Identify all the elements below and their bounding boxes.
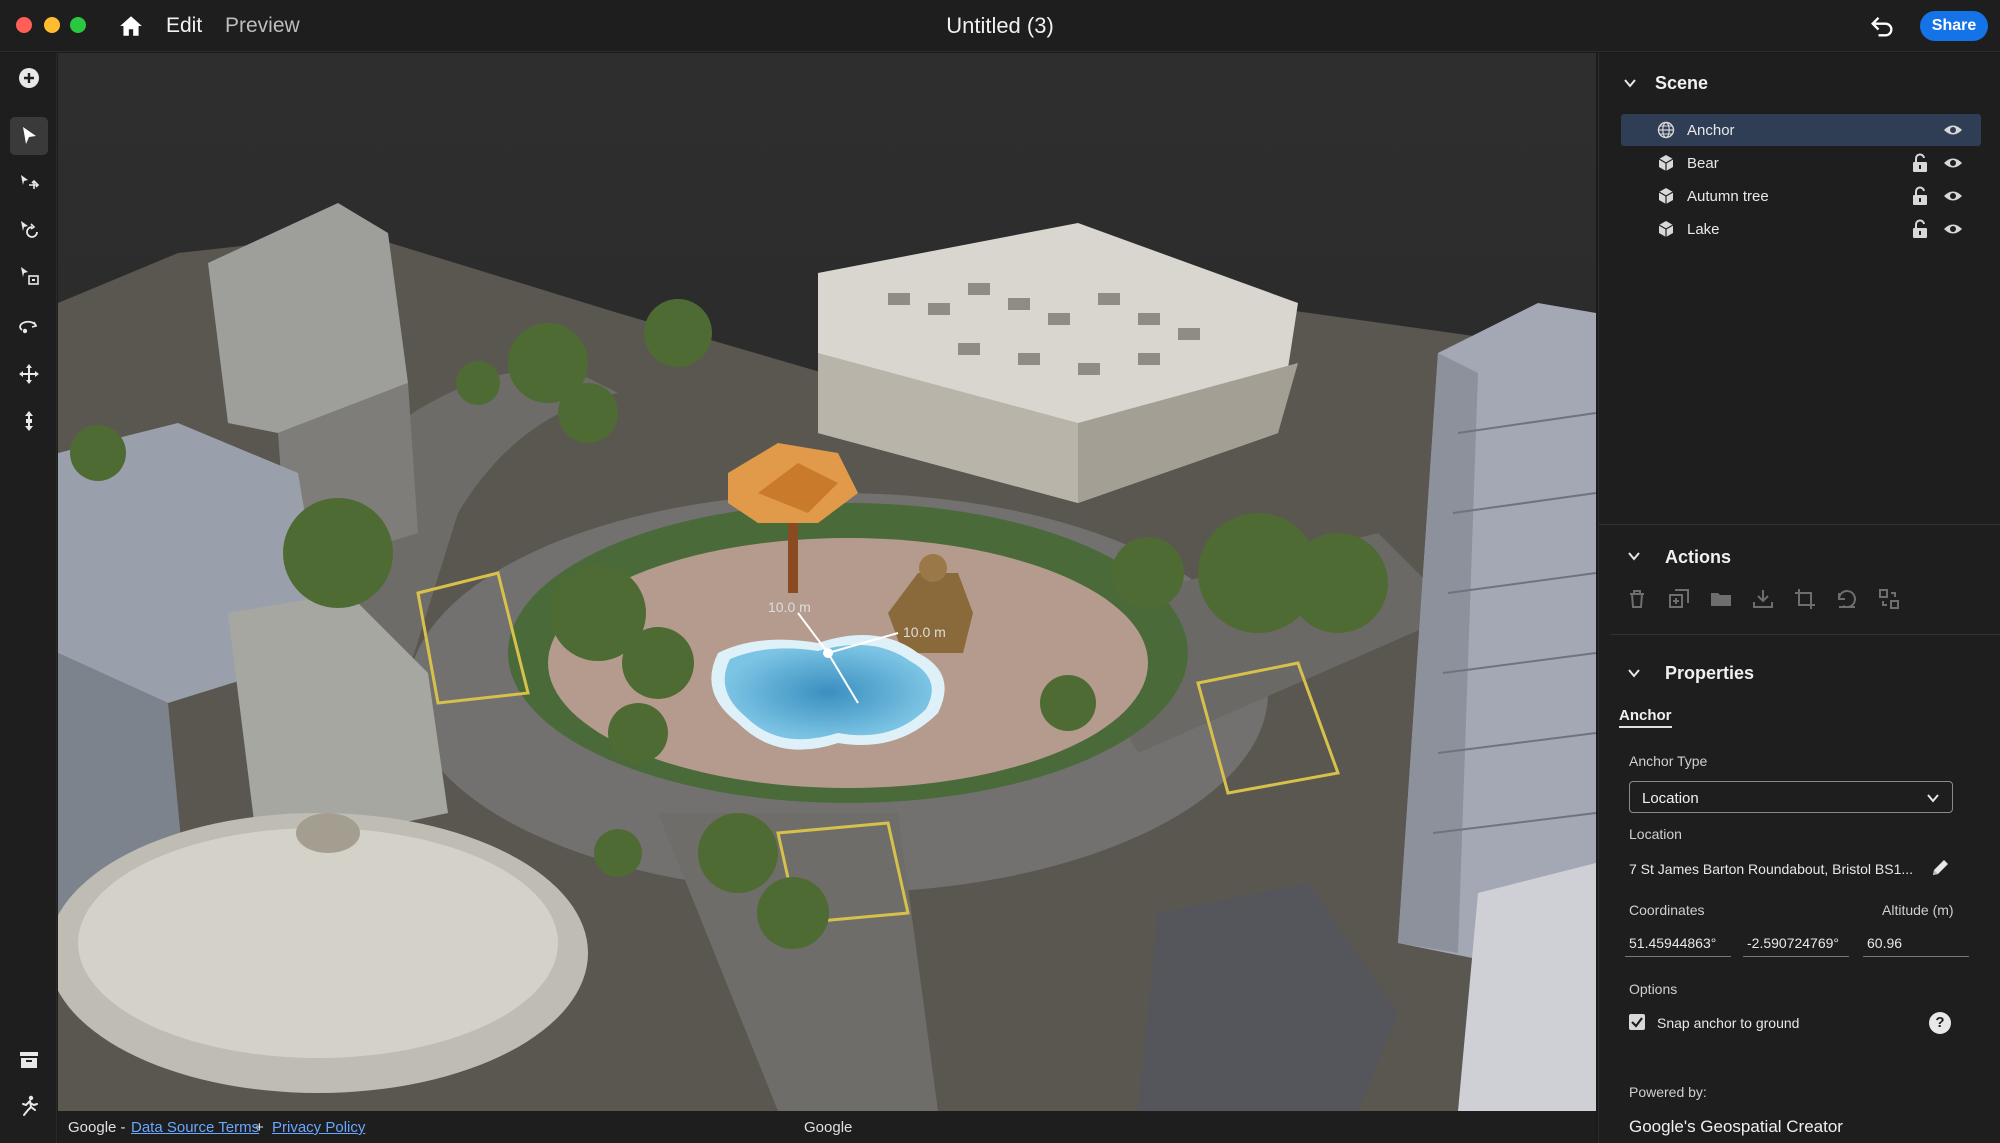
altitude-value: 60.96: [1867, 935, 1903, 951]
undo-icon[interactable]: [1868, 12, 1896, 40]
minimize-window-button[interactable]: [44, 17, 60, 33]
pencil-icon[interactable]: [1929, 857, 1951, 879]
properties-section-title: Properties: [1665, 663, 1755, 683]
download-icon[interactable]: [1751, 587, 1775, 611]
anchor-type-label: Anchor Type: [1629, 753, 1708, 769]
cube-icon: [1658, 221, 1674, 237]
location-label: Location: [1629, 826, 1682, 842]
latitude-field[interactable]: 51.45944863°: [1625, 929, 1731, 957]
powered-by-value: Google's Geospatial Creator: [1629, 1117, 1843, 1136]
title-bar: Edit Preview Untitled (3) Share: [0, 0, 2000, 52]
plus-separator: +: [255, 1119, 264, 1136]
anchor-type-dropdown[interactable]: Location: [1629, 781, 1953, 813]
properties-object-name: Anchor: [1619, 707, 1672, 728]
eye-icon[interactable]: [1943, 221, 1963, 237]
globe-icon: [1657, 121, 1675, 139]
add-object-icon[interactable]: [10, 59, 48, 97]
replace-icon[interactable]: [1877, 587, 1901, 611]
chevron-down-icon: [1927, 794, 1939, 803]
powered-by-label: Powered by:: [1629, 1084, 1707, 1100]
preview-menu[interactable]: Preview: [225, 14, 300, 38]
eye-icon[interactable]: [1943, 122, 1963, 138]
map-3d-view[interactable]: 10.0 m 10.0 m: [58, 53, 1596, 1111]
checkmark-icon: [1631, 1017, 1643, 1028]
unlock-icon[interactable]: [1911, 186, 1929, 206]
dolly-tool-icon[interactable]: [10, 402, 48, 440]
cube-icon: [1658, 155, 1674, 171]
snap-to-ground-label: Snap anchor to ground: [1657, 1015, 1800, 1031]
longitude-field[interactable]: -2.590724769°: [1743, 929, 1849, 957]
snap-to-ground-checkbox[interactable]: [1629, 1014, 1645, 1030]
gizmo-z-label: 10.0 m: [903, 624, 946, 640]
longitude-value: -2.590724769°: [1747, 935, 1840, 951]
scene-section-title: Scene: [1655, 73, 1709, 93]
section-divider: [1599, 524, 2000, 525]
google-prefix: Google -: [68, 1119, 126, 1136]
anchor-type-value: Location: [1642, 790, 1699, 807]
scene-item-lake[interactable]: Lake: [1621, 213, 1981, 245]
scale-tool-icon[interactable]: [10, 257, 48, 295]
unlock-icon[interactable]: [1911, 219, 1929, 239]
trash-icon[interactable]: [1625, 587, 1649, 611]
scene-item-label: Anchor: [1687, 122, 1735, 139]
move-tool-icon[interactable]: [10, 165, 48, 203]
close-window-button[interactable]: [16, 17, 32, 33]
help-icon[interactable]: ?: [1929, 1012, 1951, 1034]
latitude-value: 51.45944863°: [1629, 935, 1717, 951]
scene-item-autumn-tree[interactable]: Autumn tree: [1621, 180, 1981, 212]
select-tool-icon[interactable]: [10, 117, 48, 155]
rotate-tool-icon[interactable]: [10, 211, 48, 249]
frame-icon[interactable]: [1793, 587, 1817, 611]
folder-icon[interactable]: [1709, 587, 1733, 611]
map-attribution-bar: Google - Data Source Terms + Privacy Pol…: [58, 1111, 1596, 1143]
actions-section-title: Actions: [1665, 547, 1732, 567]
right-panel: Scene Anchor Bear Autumn tree Lake Actio…: [1598, 53, 2000, 1143]
coordinates-label: Coordinates: [1629, 902, 1705, 918]
orbit-tool-icon[interactable]: [10, 309, 48, 347]
actions-collapse-chevron-icon[interactable]: [1627, 549, 1641, 563]
share-button[interactable]: Share: [1920, 11, 1988, 41]
options-label: Options: [1629, 981, 1678, 997]
document-title: Untitled (3): [946, 13, 1054, 38]
altitude-field[interactable]: 60.96: [1863, 929, 1969, 957]
zoom-window-button[interactable]: [70, 17, 86, 33]
reset-icon[interactable]: [1835, 587, 1859, 611]
scene-item-anchor[interactable]: Anchor: [1621, 114, 1981, 146]
altitude-label: Altitude (m): [1882, 902, 1954, 918]
location-value: 7 St James Barton Roundabout, Bristol BS…: [1629, 861, 1914, 877]
properties-collapse-chevron-icon[interactable]: [1627, 666, 1641, 680]
left-toolbar: [0, 53, 57, 1143]
unlock-icon[interactable]: [1911, 153, 1929, 173]
pan-tool-icon[interactable]: [10, 355, 48, 393]
google-attribution: Google: [804, 1119, 853, 1136]
asset-library-icon[interactable]: [10, 1041, 48, 1079]
edit-menu[interactable]: Edit: [166, 14, 202, 38]
scene-viewport[interactable]: 10.0 m 10.0 m: [58, 53, 1596, 1111]
duplicate-icon[interactable]: [1667, 587, 1691, 611]
scene-item-bear[interactable]: Bear: [1621, 147, 1981, 179]
eye-icon[interactable]: [1943, 155, 1963, 171]
privacy-policy-link[interactable]: Privacy Policy: [272, 1119, 365, 1136]
scene-collapse-chevron-icon[interactable]: [1623, 76, 1637, 90]
data-source-terms-link[interactable]: Data Source Terms: [131, 1119, 259, 1136]
eye-icon[interactable]: [1943, 188, 1963, 204]
scene-item-label: Bear: [1687, 155, 1719, 172]
home-icon[interactable]: [118, 13, 144, 39]
gizmo-x-label: 10.0 m: [768, 599, 811, 615]
scene-item-label: Autumn tree: [1687, 188, 1769, 205]
scene-item-label: Lake: [1687, 221, 1720, 238]
section-divider: [1611, 634, 2000, 635]
walk-mode-icon[interactable]: [10, 1087, 48, 1125]
cube-icon: [1658, 188, 1674, 204]
